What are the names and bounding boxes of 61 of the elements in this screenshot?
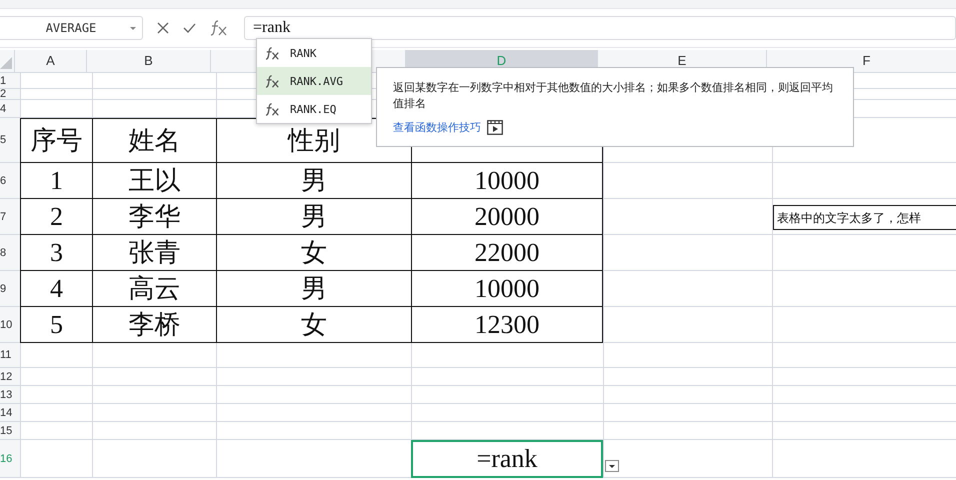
function-icon	[265, 46, 280, 60]
table-cell: 女	[216, 235, 411, 271]
table-cell: 22000	[411, 235, 603, 271]
table-cell: 男	[216, 163, 411, 199]
table-cell: 1	[20, 163, 92, 199]
row-header[interactable]: 4	[0, 100, 20, 118]
column-header[interactable]: A	[14, 50, 86, 72]
row-header[interactable]: 12	[0, 368, 20, 386]
grid-cell	[20, 343, 92, 368]
table-cell: 12300	[411, 307, 603, 343]
row-header[interactable]: 9	[0, 271, 20, 307]
function-description: 返回某数字在一列数字中相对于其他数值的大小排名；如果多个数值排名相同，则返回平均值排名	[393, 80, 834, 112]
table-cell: 5	[20, 307, 92, 343]
table-cell: 李桥	[92, 307, 216, 343]
table-cell: 高云	[92, 271, 216, 307]
cancel-icon[interactable]	[157, 22, 169, 34]
row-header[interactable]: 8	[0, 235, 20, 271]
row-header[interactable]: 15	[0, 422, 20, 440]
table-cell: 张青	[92, 235, 216, 271]
row-header[interactable]: 6	[0, 163, 20, 199]
table-cell: 李华	[92, 199, 216, 235]
function-icon	[265, 102, 280, 116]
grid-cell	[20, 422, 92, 440]
table-cell: 王以	[92, 163, 216, 199]
row-header[interactable]: 1	[0, 73, 20, 89]
grid-cell	[20, 368, 92, 386]
dropdown-button[interactable]	[605, 460, 619, 472]
table-cell: 4	[20, 271, 92, 307]
active-cell[interactable]: =rank	[411, 440, 603, 478]
formula-input[interactable]: =rank	[244, 16, 956, 40]
check-icon[interactable]	[183, 23, 196, 33]
function-icon[interactable]	[210, 20, 228, 36]
row-header[interactable]: 7	[0, 199, 20, 235]
row-header[interactable]: 5	[0, 118, 20, 163]
function-icon	[265, 74, 280, 88]
grid-cell	[20, 440, 92, 478]
table-cell: 女	[216, 307, 411, 343]
table-cell: 姓名	[92, 118, 216, 163]
table-cell: 男	[216, 199, 411, 235]
name-box[interactable]: AVERAGE	[0, 16, 143, 40]
table-cell: 20000	[411, 199, 603, 235]
grid-cell	[20, 404, 92, 422]
column-header[interactable]: B	[86, 50, 210, 72]
table-cell: 3	[20, 235, 92, 271]
function-suggestion[interactable]: RANK	[257, 39, 371, 67]
row-header[interactable]: 14	[0, 404, 20, 422]
video-icon[interactable]	[487, 120, 503, 135]
table-cell: 2	[20, 199, 92, 235]
grid-cell	[20, 100, 92, 118]
table-cell: 序号	[20, 118, 92, 163]
row-header[interactable]: 10	[0, 307, 20, 343]
row-header[interactable]: 11	[0, 343, 20, 368]
note-cell: 表格中的文字太多了，怎样	[773, 205, 956, 230]
table-cell: 男	[216, 271, 411, 307]
function-suggestion[interactable]: RANK.AVG	[257, 67, 371, 95]
grid-cell	[20, 386, 92, 404]
table-cell: 10000	[411, 163, 603, 199]
table-cell: 10000	[411, 271, 603, 307]
row-header[interactable]: 2	[0, 89, 20, 100]
grid-cell	[20, 89, 92, 100]
row-header[interactable]: 13	[0, 386, 20, 404]
